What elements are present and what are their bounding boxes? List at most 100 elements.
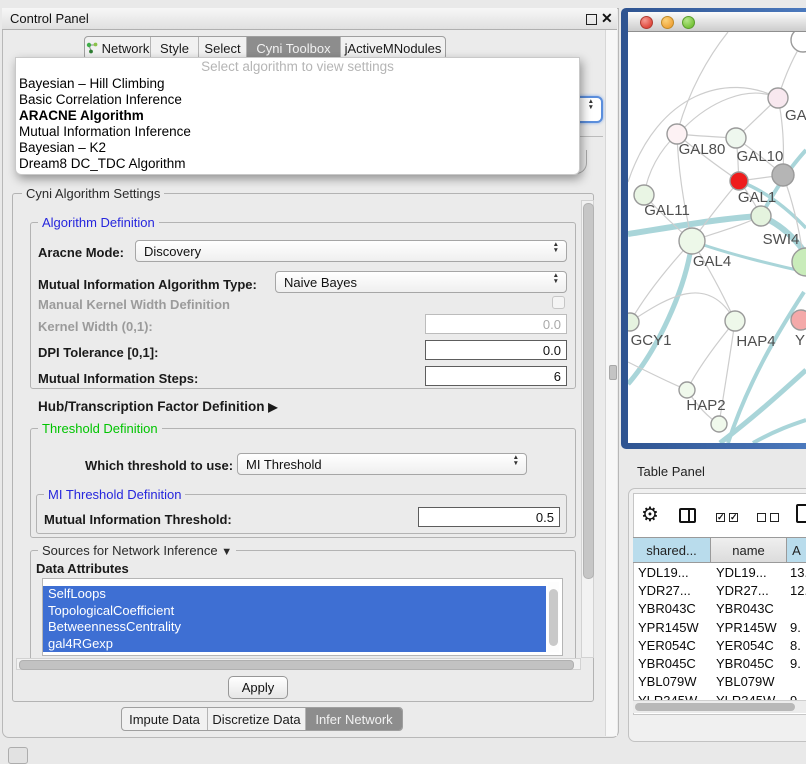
tab-infer-network[interactable]: Infer Network <box>306 708 402 730</box>
table-cell: 9. <box>787 693 806 700</box>
close-icon[interactable]: ✕ <box>601 10 613 27</box>
network-node[interactable] <box>768 88 788 108</box>
control-panel-titlebar: Control Panel <box>2 8 617 30</box>
scrollbar-thumb[interactable] <box>583 203 594 579</box>
tab-style[interactable]: Style <box>151 37 199 59</box>
network-node[interactable] <box>792 248 806 276</box>
mi-threshold-input[interactable]: 0.5 <box>418 507 560 527</box>
network-node[interactable] <box>726 128 746 148</box>
tab-jactivemnodules[interactable]: jActiveMNodules <box>341 37 445 59</box>
tab-impute-data[interactable]: Impute Data <box>122 708 208 730</box>
selected-value: Discovery <box>144 244 201 259</box>
table-row[interactable]: YDL19...YDL19...13... <box>633 563 806 581</box>
attribute-list-item[interactable]: BetweennessCentrality <box>43 619 546 636</box>
column-header-name[interactable]: name <box>711 538 787 562</box>
network-node-label: GAL <box>785 107 806 124</box>
table-horizontal-scrollbar[interactable] <box>633 700 806 713</box>
split-pane-handle[interactable] <box>609 365 617 380</box>
settings-horizontal-scrollbar[interactable] <box>16 658 581 670</box>
mi-type-select[interactable]: Naive Bayes ▲▼ <box>275 271 567 293</box>
dpi-tolerance-input[interactable]: 0.0 <box>425 340 567 360</box>
table-cell: YDL19... <box>633 565 711 580</box>
network-node[interactable] <box>679 228 705 254</box>
table-row[interactable]: YPR145WYPR145W9. <box>633 618 806 636</box>
which-threshold-select[interactable]: MI Threshold ▲▼ <box>237 453 527 475</box>
mi-steps-input[interactable]: 6 <box>425 366 567 386</box>
table-cell: YPR145W <box>711 620 787 635</box>
network-node[interactable] <box>791 32 806 52</box>
network-canvas[interactable]: GALGAL80GAL10GAL1GAL11SWI4GAL4GCY1HAP4YH… <box>628 32 806 443</box>
sources-toggle[interactable]: Sources for Network Inference ▼ <box>38 543 236 558</box>
apply-button[interactable]: Apply <box>228 676 288 699</box>
network-node[interactable] <box>725 311 745 331</box>
algorithm-option[interactable]: Basic Correlation Inference <box>16 92 579 108</box>
algorithm-option[interactable]: Bayesian – Hill Climbing <box>16 76 579 92</box>
dpi-tolerance-label: DPI Tolerance [0,1]: <box>38 345 158 360</box>
gear-icon[interactable]: ⚙ <box>641 505 659 525</box>
mi-steps-label: Mutual Information Steps: <box>38 371 198 386</box>
table-row[interactable]: YBL079WYBL079W <box>633 673 806 691</box>
table-cell: YBL079W <box>633 674 711 689</box>
table-row[interactable]: YDR27...YDR27...12... <box>633 581 806 599</box>
network-node[interactable] <box>679 382 695 398</box>
network-node[interactable] <box>751 206 771 226</box>
list-scrollbar[interactable] <box>548 582 559 652</box>
scrollbar-thumb[interactable] <box>635 703 795 711</box>
split-pane-divider[interactable] <box>605 30 617 736</box>
tab-select[interactable]: Select <box>199 37 247 59</box>
unchecked-checkbox-icon[interactable] <box>770 513 779 522</box>
tab-label: jActiveMNodules <box>345 41 442 56</box>
scrollbar-thumb[interactable] <box>19 660 574 670</box>
network-node[interactable] <box>628 313 639 331</box>
network-edge <box>628 241 692 384</box>
network-edge <box>753 420 806 443</box>
selected-value: MI Threshold <box>246 457 322 472</box>
algorithm-option[interactable]: Dream8 DC_TDC Algorithm <box>16 156 579 172</box>
table-cell: YBR045C <box>633 656 711 671</box>
attribute-list-item[interactable]: gal4RGexp <box>43 636 546 653</box>
algorithm-option[interactable]: Bayesian – K2 <box>16 140 579 156</box>
kernel-width-input[interactable]: 0.0 <box>425 314 567 334</box>
network-node[interactable] <box>791 310 806 330</box>
unchecked-checkbox-icon[interactable] <box>757 513 766 522</box>
network-edge <box>687 321 735 390</box>
tab-network[interactable]: Network <box>85 37 151 59</box>
network-node[interactable] <box>730 172 748 190</box>
column-header-shared-name[interactable]: shared... <box>633 538 711 562</box>
network-node[interactable] <box>772 164 794 186</box>
scrollbar-thumb[interactable] <box>549 589 558 646</box>
algorithm-option[interactable]: Mutual Information Inference <box>16 124 579 140</box>
column-header-partial[interactable]: A <box>787 538 806 562</box>
sources-title: Sources for Network Inference <box>42 543 218 558</box>
hub-definition-toggle[interactable]: Hub/Transcription Factor Definition ▶ <box>38 399 278 414</box>
network-node[interactable] <box>711 416 727 432</box>
stepper-icon: ▲▼ <box>513 455 519 466</box>
checked-checkbox-icon[interactable]: ✓ <box>716 513 725 522</box>
float-window-icon[interactable] <box>586 14 597 25</box>
zoom-traffic-light-icon[interactable] <box>682 16 695 29</box>
manual-kernel-checkbox[interactable] <box>552 296 565 309</box>
minimize-traffic-light-icon[interactable] <box>661 16 674 29</box>
checked-checkbox-icon[interactable]: ✓ <box>729 513 738 522</box>
column-layout-icon[interactable] <box>679 508 696 523</box>
settings-vertical-scrollbar[interactable] <box>581 200 594 658</box>
tab-label: Cyni Toolbox <box>256 41 330 56</box>
tab-discretize-data[interactable]: Discretize Data <box>208 708 306 730</box>
aracne-mode-select[interactable]: Discovery ▲▼ <box>135 240 567 262</box>
algorithm-option[interactable]: ARACNE Algorithm <box>16 108 579 124</box>
network-node-label: GAL1 <box>738 189 776 206</box>
close-traffic-light-icon[interactable] <box>640 16 653 29</box>
tab-cyni-toolbox[interactable]: Cyni Toolbox <box>247 37 341 59</box>
table-row[interactable]: YLR345WYLR345W9. <box>633 691 806 700</box>
table-row[interactable]: YER054CYER054C8. <box>633 636 806 654</box>
document-icon[interactable] <box>796 504 806 523</box>
minimized-panel-button[interactable] <box>8 747 28 764</box>
attribute-list-item[interactable]: TopologicalCoefficient <box>43 603 546 620</box>
table-row[interactable]: YBR043CYBR043C <box>633 600 806 618</box>
attribute-list-item[interactable]: SelfLoops <box>43 586 546 603</box>
table-row[interactable]: YBR045CYBR045C9. <box>633 654 806 672</box>
network-window-titlebar[interactable] <box>628 12 806 32</box>
table-cell: 13... <box>787 565 806 580</box>
data-attributes-list[interactable]: SelfLoopsTopologicalCoefficientBetweenne… <box>42 578 563 656</box>
network-node-label: HAP4 <box>736 333 775 350</box>
